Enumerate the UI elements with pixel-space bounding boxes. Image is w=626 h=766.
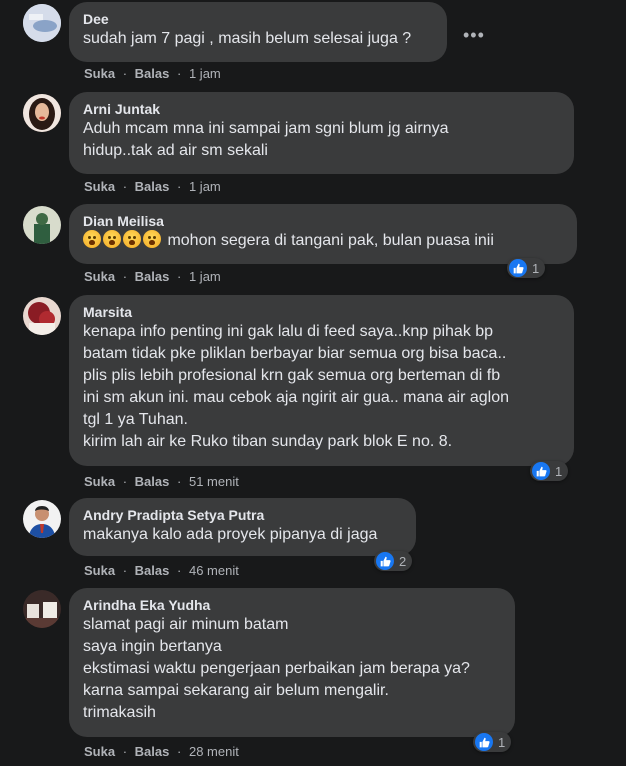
reply-button[interactable]: Balas [135, 563, 170, 578]
comment-actions: Suka · Balas · 28 menit [84, 744, 239, 759]
like-button[interactable]: Suka [84, 744, 115, 759]
comment-bubble: Dian Meilisa mohon segera di tangani pak… [69, 204, 577, 264]
reply-button[interactable]: Balas [135, 179, 170, 194]
like-button[interactable]: Suka [84, 269, 115, 284]
like-button[interactable]: Suka [84, 474, 115, 489]
reply-button[interactable]: Balas [135, 66, 170, 81]
comment-text: makanya kalo ada proyek pipanya di jaga [83, 526, 378, 543]
comment-bubble: Arni Juntak Aduh mcam mna ini sampai jam… [69, 92, 574, 174]
comment-bubble: Dee sudah jam 7 pagi , masih belum seles… [69, 2, 447, 62]
comment-text: mohon segera di tangani pak, bulan puasa… [83, 230, 565, 252]
timestamp[interactable]: 28 menit [189, 744, 239, 759]
like-thumb-icon [376, 552, 394, 570]
comment-actions: Suka · Balas · 1 jam [84, 179, 221, 194]
reaction-count[interactable]: 1 [473, 732, 512, 752]
reply-button[interactable]: Balas [135, 744, 170, 759]
commenter-name[interactable]: Dian Meilisa [83, 212, 565, 230]
comment-text: Aduh mcam mna ini sampai jam sgni blum j… [83, 120, 449, 159]
crying-face-emoji [83, 230, 101, 248]
comment-actions: Suka · Balas · 46 menit [84, 563, 239, 578]
crying-face-emoji [143, 230, 161, 248]
commenter-name[interactable]: Arindha Eka Yudha [83, 596, 503, 614]
comment-bubble: Marsita kenapa info penting ini gak lalu… [69, 295, 574, 466]
avatar[interactable] [23, 4, 61, 42]
reply-button[interactable]: Balas [135, 269, 170, 284]
timestamp[interactable]: 1 jam [189, 179, 221, 194]
reaction-count[interactable]: 1 [507, 258, 546, 278]
reaction-count[interactable]: 2 [374, 551, 413, 571]
comment-text: slamat pagi air minum batam saya ingin b… [83, 616, 470, 721]
comment-bubble: Arindha Eka Yudha slamat pagi air minum … [69, 588, 515, 737]
timestamp[interactable]: 51 menit [189, 474, 239, 489]
timestamp[interactable]: 1 jam [189, 269, 221, 284]
avatar[interactable] [23, 206, 61, 244]
comment-actions: Suka · Balas · 51 menit [84, 474, 239, 489]
commenter-name[interactable]: Andry Pradipta Setya Putra [83, 506, 404, 524]
timestamp[interactable]: 1 jam [189, 66, 221, 81]
commenter-name[interactable]: Marsita [83, 303, 562, 321]
avatar[interactable] [23, 590, 61, 628]
commenter-name[interactable]: Dee [83, 10, 435, 28]
like-thumb-icon [532, 462, 550, 480]
comment-bubble: Andry Pradipta Setya Putra makanya kalo … [69, 498, 416, 556]
like-button[interactable]: Suka [84, 179, 115, 194]
commenter-name[interactable]: Arni Juntak [83, 100, 562, 118]
like-button[interactable]: Suka [84, 563, 115, 578]
comment-actions: Suka · Balas · 1 jam [84, 269, 221, 284]
like-thumb-icon [509, 259, 527, 277]
like-thumb-icon [475, 733, 493, 751]
comment-text: sudah jam 7 pagi , masih belum selesai j… [83, 30, 412, 47]
like-button[interactable]: Suka [84, 66, 115, 81]
comment-text: kenapa info penting ini gak lalu di feed… [83, 323, 509, 450]
timestamp[interactable]: 46 menit [189, 563, 239, 578]
comment-actions: Suka · Balas · 1 jam [84, 66, 221, 81]
reply-button[interactable]: Balas [135, 474, 170, 489]
crying-face-emoji [123, 230, 141, 248]
avatar[interactable] [23, 500, 61, 538]
more-options-icon[interactable]: ••• [463, 25, 485, 46]
avatar[interactable] [23, 94, 61, 132]
crying-face-emoji [103, 230, 121, 248]
reaction-count[interactable]: 1 [530, 461, 569, 481]
avatar[interactable] [23, 297, 61, 335]
